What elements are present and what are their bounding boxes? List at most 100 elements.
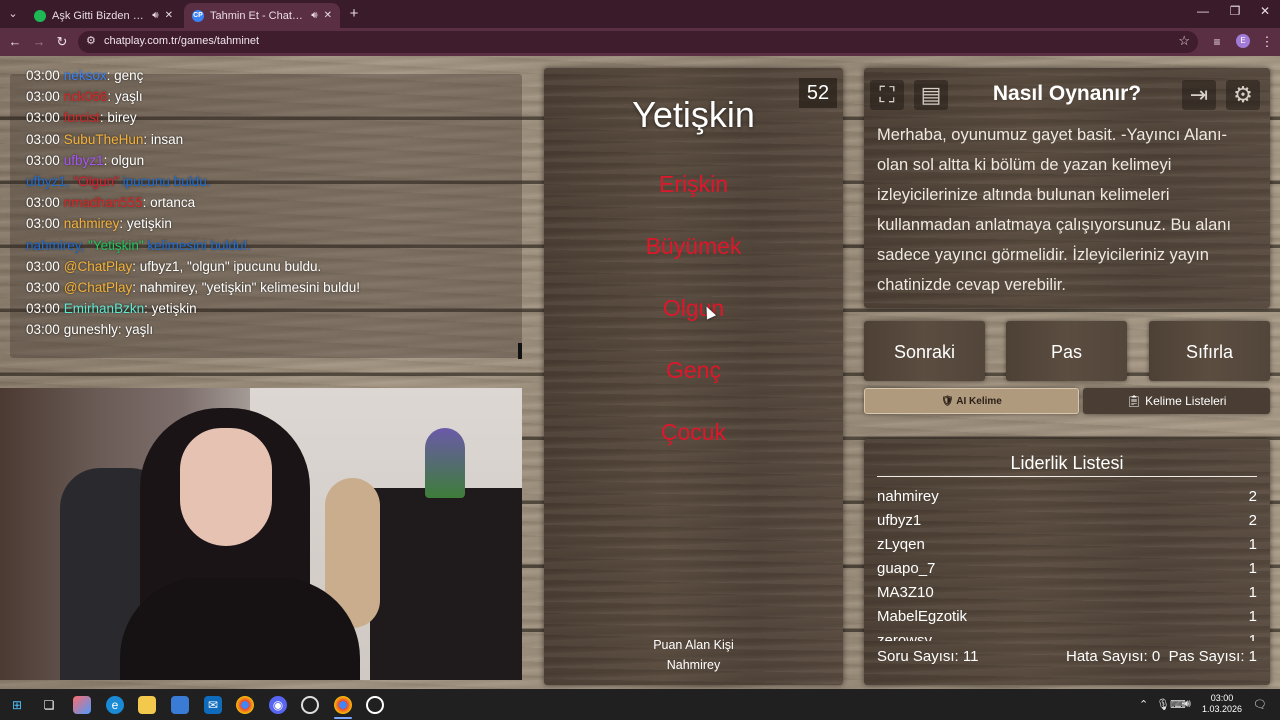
chat-time: 03:00 bbox=[26, 279, 60, 295]
notice-word: "Olgun" bbox=[73, 173, 119, 189]
chat-text: : nahmirey, "yetişkin" kelimesini buldu! bbox=[132, 279, 360, 295]
speaker-icon[interactable]: 🔊︎ bbox=[152, 10, 158, 21]
edge-icon[interactable]: e bbox=[106, 696, 124, 714]
shield-icon: 🛡︎ bbox=[941, 396, 957, 407]
new-tab-icon[interactable]: + bbox=[346, 5, 362, 22]
notice-text: kelimesini buldu!. bbox=[143, 237, 251, 253]
next-button[interactable]: Sonraki bbox=[864, 321, 985, 381]
task-view-icon[interactable]: ❏ bbox=[40, 696, 58, 714]
player-score: 1 bbox=[1248, 560, 1257, 577]
store-icon[interactable] bbox=[171, 696, 189, 714]
close-icon[interactable]: ✕ bbox=[324, 10, 332, 21]
leaderboard-title: Liderlik Listesi bbox=[1010, 453, 1124, 473]
chat-message: 03:00 nahmirey: yetişkin bbox=[26, 216, 516, 237]
forbidden-word: Olgun bbox=[662, 295, 725, 321]
chatplay-icon: CP bbox=[192, 9, 204, 22]
pass-count: Pas Sayısı: 1 bbox=[1168, 648, 1257, 665]
reload-icon[interactable]: ↻ bbox=[53, 33, 71, 51]
system-clock[interactable]: 03:00 1.03.2026 bbox=[1196, 693, 1248, 715]
chat-username: nahmirey bbox=[63, 216, 120, 232]
player-score: 1 bbox=[1248, 608, 1257, 625]
volume-icon[interactable]: 🔊︎ bbox=[1184, 698, 1191, 711]
speaker-icon[interactable]: 🔊︎ bbox=[311, 10, 317, 21]
chat-username: neksox bbox=[63, 68, 107, 83]
player-score: 2 bbox=[1248, 488, 1257, 505]
how-to-play-panel: ⛶ ▤ Nasıl Oynanır? ⇥ ⚙ Merhaba, oyunumuz… bbox=[864, 68, 1270, 308]
chat-message: 03:00 @ChatPlay: nahmirey, "yetişkin" kel… bbox=[26, 280, 516, 301]
clock-time: 03:00 bbox=[1210, 693, 1234, 703]
back-icon[interactable]: ← bbox=[6, 33, 24, 51]
player-score: 1 bbox=[1248, 584, 1257, 601]
chat-time: 03:00 bbox=[26, 89, 60, 105]
address-bar[interactable]: ⚙ chatplay.com.tr/games/tahminet ☆ bbox=[78, 31, 1198, 53]
bookmark-star-icon[interactable]: ☆ bbox=[1178, 33, 1190, 49]
obs-icon[interactable] bbox=[301, 696, 319, 714]
copilot-icon[interactable] bbox=[73, 696, 91, 714]
media-control-icon[interactable]: ≡ bbox=[1208, 33, 1226, 51]
minimize-icon[interactable]: — bbox=[1188, 4, 1218, 18]
close-icon[interactable]: ✕ bbox=[165, 10, 173, 21]
windows-start-icon[interactable]: ⊞ bbox=[8, 696, 26, 714]
restore-icon[interactable]: ❐ bbox=[1220, 4, 1250, 18]
microphone-icon[interactable]: 🎙︎ bbox=[1156, 698, 1170, 711]
chat-username: SubuTheHun bbox=[63, 131, 144, 147]
tab-search-icon[interactable]: ⌄ bbox=[4, 5, 22, 23]
mail-icon[interactable]: ✉ bbox=[204, 696, 222, 714]
forward-icon[interactable]: → bbox=[30, 33, 48, 51]
player-name: MA3Z10 bbox=[877, 584, 934, 601]
chat-time: 03:00 bbox=[26, 110, 60, 126]
discord-icon[interactable]: ◉ bbox=[269, 696, 287, 714]
chrome-profile-icon[interactable] bbox=[334, 696, 352, 714]
url-text[interactable]: chatplay.com.tr/games/tahminet bbox=[104, 35, 259, 47]
chat-text: : ortanca bbox=[142, 195, 196, 211]
chat-username: forcist bbox=[63, 110, 100, 126]
tray-chevron-icon[interactable]: ⌃ bbox=[1139, 698, 1148, 711]
spotify-icon bbox=[34, 9, 46, 22]
scorer-name: Nahmirey bbox=[666, 658, 721, 672]
chat-time: 03:00 bbox=[26, 216, 60, 232]
tab-chatplay[interactable]: CP Tahmin Et - ChatPlay 🔊︎ ✕ bbox=[184, 3, 340, 28]
reset-button[interactable]: Sıfırla bbox=[1149, 321, 1270, 381]
chat-time: 03:00 bbox=[26, 152, 60, 168]
search-app-icon[interactable] bbox=[366, 696, 384, 714]
chat-message: 03:00 SubuTheHun: insan bbox=[26, 132, 516, 153]
settings-icon[interactable]: ⚙ bbox=[1226, 80, 1260, 110]
leaderboard-panel: Liderlik Listesi nahmirey 2 ufbyz1 2 zLyqen 1… bbox=[864, 439, 1270, 685]
leaderboard-row: nahmirey 2 bbox=[877, 485, 1257, 509]
window-close-icon[interactable]: ✕ bbox=[1250, 4, 1280, 18]
notification-icon[interactable]: 🗨︎ bbox=[1253, 698, 1267, 711]
leaderboard-list[interactable]: nahmirey 2 ufbyz1 2 zLyqen 1 guapo_7 1 MA3Z10 1 Ma… bbox=[877, 485, 1257, 641]
ai-word-button[interactable]: 🛡︎ AI Kelime bbox=[864, 388, 1079, 414]
error-count: Hata Sayısı: 0 bbox=[1066, 648, 1161, 665]
chat-message: 03:00 nck066: yaşlı bbox=[26, 89, 516, 110]
chat-scrollbar[interactable] bbox=[518, 343, 522, 359]
pass-button[interactable]: Pas bbox=[1006, 321, 1127, 381]
word-lists-button[interactable]: 📋︎ Kelime Listeleri bbox=[1083, 388, 1270, 414]
menu-icon[interactable]: ⋮ bbox=[1258, 33, 1276, 51]
notice-text: ipucunu buldu. bbox=[118, 173, 211, 189]
notice-word: "Yetişkin" bbox=[88, 237, 144, 253]
question-count: Soru Sayısı: 11 bbox=[877, 648, 979, 665]
chrome-icon[interactable] bbox=[236, 696, 254, 714]
scorer-label: Puan Alan Kişi bbox=[653, 638, 734, 652]
file-explorer-icon[interactable] bbox=[138, 696, 156, 714]
site-info-icon[interactable]: ⚙ bbox=[86, 34, 96, 47]
chat-message: 03:00 neksox: genç bbox=[26, 68, 516, 89]
taskbar: ⊞ ❏ e ✉ ◉ ⌃ 🎙︎ ⌨ 🔊︎ 03:00 1.03.2026 🗨︎ bbox=[0, 689, 1280, 720]
chat-username: nmadhan555 bbox=[63, 195, 143, 211]
avatar[interactable]: E bbox=[1236, 34, 1250, 48]
chat-text: : birey bbox=[99, 110, 137, 126]
chat-message: 03:00 guneshly: yaşlı bbox=[26, 322, 516, 343]
active-app-indicator bbox=[334, 717, 352, 719]
tab-spotify[interactable]: Aşk Gitti Bizden • Ozan Çolakoğlu 🔊︎ ✕ bbox=[26, 3, 181, 28]
exit-icon[interactable]: ⇥ bbox=[1182, 80, 1216, 110]
chat-username: nck066 bbox=[63, 89, 108, 105]
target-word: Yetişkin bbox=[632, 94, 755, 135]
player-name: MabelEgzotik bbox=[877, 608, 968, 625]
player-name: ufbyz1 bbox=[877, 512, 922, 529]
player-score: 1 bbox=[1248, 632, 1257, 641]
ai-word-label: AI Kelime bbox=[956, 396, 1002, 407]
chat-time: 03:00 bbox=[26, 322, 60, 338]
chat-username: @ChatPlay bbox=[63, 279, 133, 295]
leaderboard-row: MA3Z10 1 bbox=[877, 581, 1257, 605]
